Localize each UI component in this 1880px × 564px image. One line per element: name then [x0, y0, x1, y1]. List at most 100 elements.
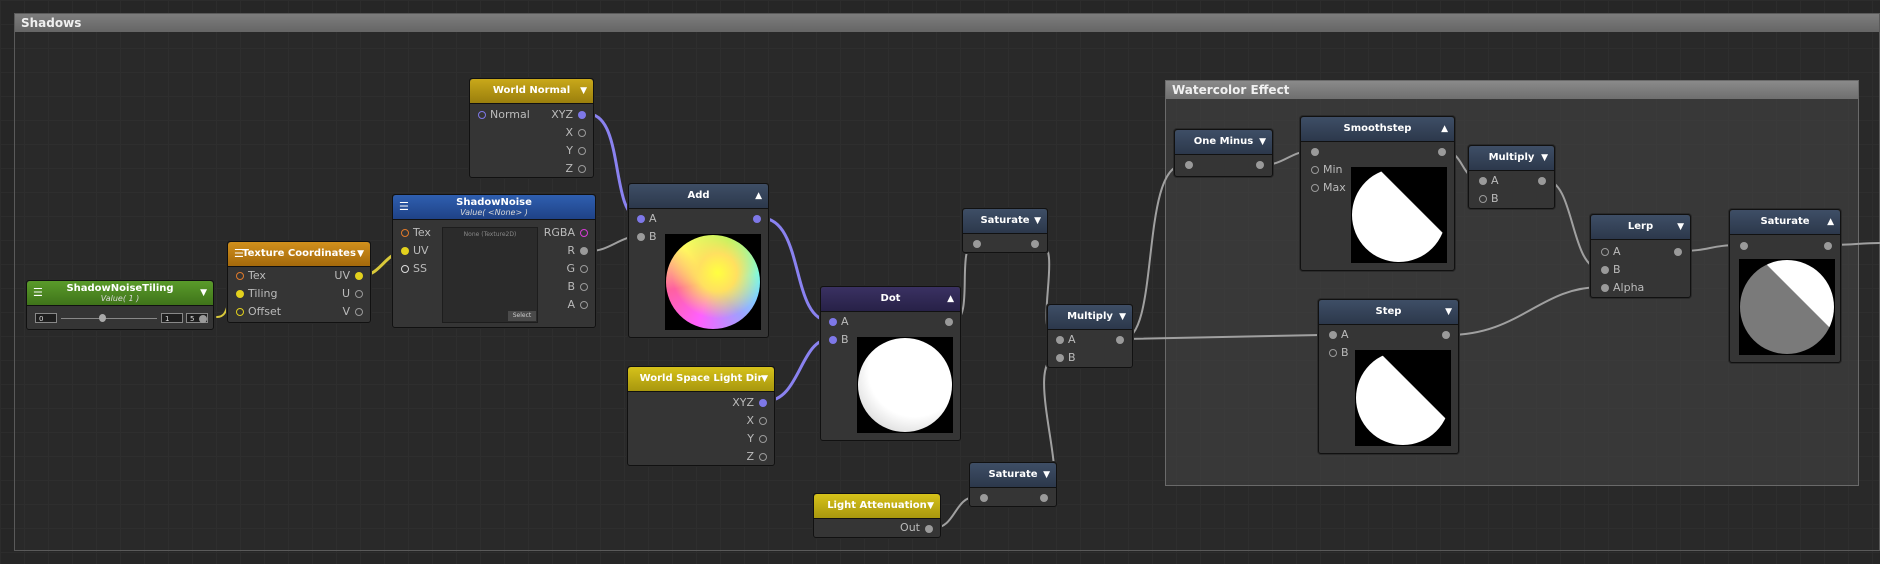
input-port-b[interactable] — [1056, 354, 1064, 362]
triangle-down-icon[interactable]: ▼ — [1043, 463, 1050, 487]
output-port-x[interactable] — [759, 417, 767, 425]
triangle-down-icon[interactable]: ▼ — [357, 242, 364, 266]
hamburger-menu-icon[interactable]: ☰ — [399, 195, 409, 219]
output-port[interactable] — [945, 318, 953, 326]
output-port-rgba[interactable] — [580, 229, 588, 237]
node-add[interactable]: Add ▲ A B — [628, 183, 769, 338]
triangle-down-icon[interactable]: ▼ — [927, 494, 934, 518]
input-port-b[interactable] — [1479, 195, 1487, 203]
input-port[interactable] — [1311, 148, 1319, 156]
triangle-up-icon[interactable]: ▲ — [755, 184, 762, 208]
input-port-ss[interactable] — [401, 265, 409, 273]
input-port-min[interactable] — [1311, 166, 1319, 174]
select-button[interactable]: Select — [508, 311, 536, 321]
node-multiply-2[interactable]: Multiply ▼ A B — [1468, 145, 1555, 209]
output-port-xyz[interactable] — [759, 399, 767, 407]
input-port-b[interactable] — [637, 233, 645, 241]
hamburger-menu-icon[interactable]: ☰ — [33, 281, 43, 305]
output-port[interactable] — [1256, 161, 1264, 169]
node-saturate-3[interactable]: Saturate ▲ — [1729, 209, 1841, 363]
input-port[interactable] — [1740, 242, 1748, 250]
input-port-b[interactable] — [1601, 266, 1609, 274]
input-port[interactable] — [1185, 161, 1193, 169]
output-port-r[interactable] — [580, 247, 588, 255]
input-port-a[interactable] — [1329, 331, 1337, 339]
output-port-z[interactable] — [578, 165, 586, 173]
value-slider-track[interactable] — [61, 318, 157, 319]
node-smoothstep[interactable]: Smoothstep ▲ Min Max — [1300, 116, 1455, 271]
node-header[interactable]: Smoothstep ▲ — [1301, 117, 1454, 142]
triangle-down-icon[interactable]: ▼ — [200, 281, 207, 305]
input-port-normal[interactable] — [478, 111, 486, 119]
triangle-down-icon[interactable]: ▼ — [761, 367, 768, 391]
node-multiply-1[interactable]: Multiply ▼ A B — [1047, 304, 1133, 368]
output-port-z[interactable] — [759, 453, 767, 461]
output-port[interactable] — [1040, 494, 1048, 502]
node-texture-coordinates[interactable]: ☰ Texture Coordinates ▼ Tex Tiling Offse… — [227, 241, 371, 323]
input-port-a[interactable] — [1601, 248, 1609, 256]
triangle-down-icon[interactable]: ▼ — [1541, 146, 1548, 170]
input-port-a[interactable] — [637, 215, 645, 223]
node-shadow-noise-tiling[interactable]: ☰ ShadowNoiseTiling Value( 1 ) ▼ 0 1 5 — [26, 280, 214, 330]
input-port-a[interactable] — [1056, 336, 1064, 344]
min-field[interactable]: 0 — [35, 313, 57, 323]
output-port-g[interactable] — [580, 265, 588, 273]
node-world-normal[interactable]: World Normal ▼ Normal XYZ X Y Z — [469, 78, 594, 178]
input-port[interactable] — [980, 494, 988, 502]
texture-slot[interactable]: None (Texture2D) Select — [442, 227, 538, 323]
node-header[interactable]: World Normal ▼ — [470, 79, 593, 104]
output-port[interactable] — [199, 315, 207, 323]
output-port[interactable] — [1674, 248, 1682, 256]
node-light-attenuation[interactable]: Light Attenuation ▼ Out — [813, 493, 941, 538]
triangle-up-icon[interactable]: ▲ — [1827, 210, 1834, 234]
input-port-alpha[interactable] — [1601, 284, 1609, 292]
input-port-tiling[interactable] — [236, 290, 244, 298]
output-port-x[interactable] — [578, 129, 586, 137]
node-shadow-noise[interactable]: ☰ ShadowNoise Value( <None> ) Tex UV SS … — [392, 194, 596, 328]
value-slider-handle[interactable] — [99, 314, 106, 322]
triangle-down-icon[interactable]: ▼ — [1034, 209, 1041, 233]
node-header[interactable]: Lerp ▼ — [1591, 215, 1690, 240]
node-step[interactable]: Step ▼ A B — [1318, 299, 1459, 454]
value-field[interactable]: 1 — [161, 313, 183, 323]
input-port[interactable] — [973, 240, 981, 248]
node-header[interactable]: Multiply ▼ — [1469, 146, 1554, 171]
node-header[interactable]: Saturate ▲ — [1730, 210, 1840, 235]
node-header[interactable]: Dot ▲ — [821, 287, 960, 312]
node-header[interactable]: Multiply ▼ — [1048, 305, 1132, 330]
hamburger-menu-icon[interactable]: ☰ — [234, 242, 244, 266]
input-port-tex[interactable] — [401, 229, 409, 237]
input-port-a[interactable] — [1479, 177, 1487, 185]
triangle-up-icon[interactable]: ▲ — [1441, 117, 1448, 141]
output-port[interactable] — [1438, 148, 1446, 156]
input-port-b[interactable] — [1329, 349, 1337, 357]
triangle-down-icon[interactable]: ▼ — [1259, 130, 1266, 154]
node-header[interactable]: ☰ Texture Coordinates ▼ — [228, 242, 370, 267]
node-world-space-light-dir[interactable]: World Space Light Dir ▼ XYZ X Y Z — [627, 366, 775, 466]
node-saturate-1[interactable]: Saturate ▼ — [962, 208, 1048, 253]
input-port-uv[interactable] — [401, 247, 409, 255]
triangle-down-icon[interactable]: ▼ — [1119, 305, 1126, 329]
node-header[interactable]: Saturate ▼ — [963, 209, 1047, 234]
output-port-a[interactable] — [580, 301, 588, 309]
output-port[interactable] — [1442, 331, 1450, 339]
output-port[interactable] — [1824, 242, 1832, 250]
node-header[interactable]: Saturate ▼ — [970, 463, 1056, 488]
node-header[interactable]: ☰ ShadowNoiseTiling Value( 1 ) ▼ — [27, 281, 213, 306]
output-port-b[interactable] — [580, 283, 588, 291]
output-port-y[interactable] — [759, 435, 767, 443]
node-header[interactable]: ☰ ShadowNoise Value( <None> ) — [393, 195, 595, 220]
node-header[interactable]: One Minus ▼ — [1175, 130, 1272, 155]
output-port[interactable] — [1116, 336, 1124, 344]
input-port-offset[interactable] — [236, 308, 244, 316]
node-one-minus[interactable]: One Minus ▼ — [1174, 129, 1273, 177]
output-port[interactable] — [925, 525, 933, 533]
node-header[interactable]: Add ▲ — [629, 184, 768, 209]
input-port-max[interactable] — [1311, 184, 1319, 192]
input-port-a[interactable] — [829, 318, 837, 326]
output-port[interactable] — [1538, 177, 1546, 185]
node-header[interactable]: Step ▼ — [1319, 300, 1458, 325]
output-port-u[interactable] — [355, 290, 363, 298]
node-header[interactable]: World Space Light Dir ▼ — [628, 367, 774, 392]
output-port[interactable] — [753, 215, 761, 223]
